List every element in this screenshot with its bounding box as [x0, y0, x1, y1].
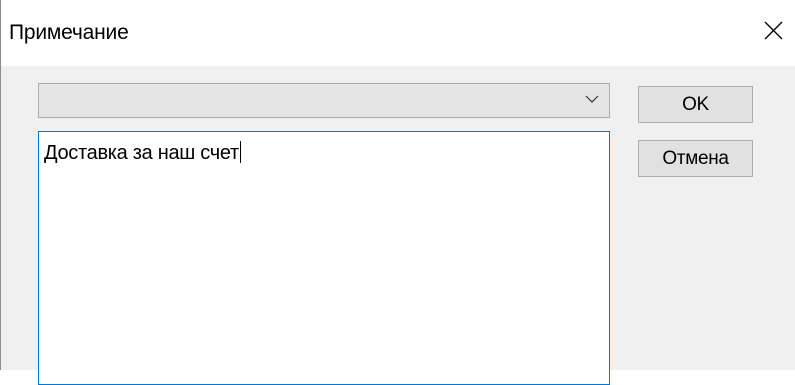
chevron-down-icon[interactable]	[585, 95, 599, 104]
close-icon	[764, 21, 783, 40]
ok-button[interactable]: OK	[638, 86, 753, 123]
dialog-body: Доставка за наш счет OK Отмена	[1, 66, 795, 385]
note-dialog: Примечание Доставка за наш счет OK Отмен…	[0, 0, 795, 385]
cancel-button[interactable]: Отмена	[638, 140, 753, 177]
note-type-combobox[interactable]	[38, 83, 610, 118]
note-text: Доставка за наш счет	[44, 142, 239, 164]
text-caret	[239, 141, 241, 163]
title-bar: Примечание	[1, 0, 795, 66]
close-button[interactable]	[751, 10, 795, 54]
note-textarea[interactable]: Доставка за наш счет	[38, 131, 610, 385]
dialog-title: Примечание	[9, 21, 129, 44]
